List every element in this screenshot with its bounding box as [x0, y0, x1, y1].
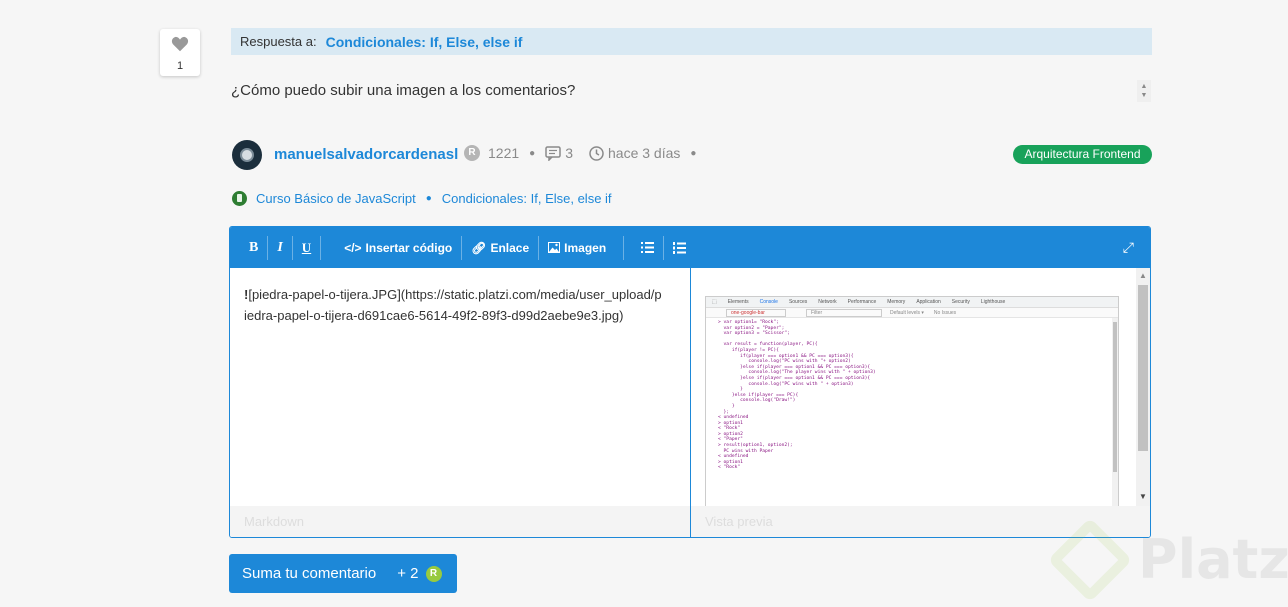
author-points: 1221 [488, 145, 520, 161]
italic-button[interactable]: I [270, 227, 289, 268]
link-icon: 🔗︎ [471, 240, 487, 255]
submit-points: + 2 [397, 565, 419, 582]
scrollbar-thumb[interactable] [1138, 285, 1148, 451]
question-text: ¿Cómo puedo subir una imagen a los comen… [231, 82, 576, 99]
like-count: 1 [176, 60, 184, 72]
markdown-footer: Markdown [230, 506, 690, 537]
devtools-filter-bar: one-google-bar Filter Default levels ▾ N… [706, 308, 1118, 318]
watermark-text: Platzi [1138, 528, 1288, 591]
underline-button[interactable]: U [295, 227, 318, 268]
bullet-list-icon [641, 242, 655, 253]
breadcrumb-course[interactable]: Curso Básico de JavaScript [256, 191, 416, 206]
bold-button[interactable]: B [242, 227, 265, 268]
submit-label: Suma tu comentario [242, 565, 377, 582]
author-meta: R 1221 ● 3 hace 3 días ● [464, 145, 706, 161]
reply-to-bar: Respuesta a: Condicionales: If, Else, el… [231, 28, 1152, 55]
image-icon [548, 242, 561, 253]
bullet-list-button[interactable] [634, 227, 661, 268]
insert-code-label: Insertar código [365, 240, 453, 255]
insert-code-button[interactable]: </> Insertar código [337, 227, 459, 268]
scroll-up-icon[interactable]: ▲ [1141, 82, 1148, 91]
points-icon: R [464, 145, 480, 161]
separator-dot: ● [425, 193, 432, 204]
post-time: hace 3 días [608, 145, 681, 161]
course-icon [232, 191, 247, 206]
category-badge[interactable]: Arquitectura Frontend [1013, 145, 1152, 164]
editor-toolbar: B I U </> Insertar código 🔗︎ Enlace Imag… [230, 227, 1150, 268]
avatar[interactable] [232, 140, 262, 170]
numbered-list-button[interactable] [666, 227, 693, 268]
breadcrumb-lesson[interactable]: Condicionales: If, Else, else if [442, 191, 612, 206]
author-name[interactable]: manuelsalvadorcardenasl [274, 146, 458, 163]
platzi-logo-icon [1047, 517, 1133, 602]
question-scrollbar[interactable]: ▲ ▼ [1137, 80, 1151, 102]
image-button[interactable]: Imagen [541, 227, 613, 268]
platzi-watermark: Platzi [1047, 517, 1288, 602]
reply-link[interactable]: Condicionales: If, Else, else if [326, 34, 523, 50]
breadcrumb: Curso Básico de JavaScript ● Condicional… [232, 191, 612, 206]
comment-editor: B I U </> Insertar código 🔗︎ Enlace Imag… [229, 226, 1151, 538]
code-icon: </> [344, 240, 362, 255]
numbered-list-icon [673, 241, 687, 254]
comment-icon [545, 145, 561, 161]
points-icon: R [425, 565, 442, 582]
link-label: Enlace [490, 240, 530, 255]
heart-icon [171, 36, 189, 52]
scroll-down-icon[interactable]: ▼ [1139, 492, 1147, 501]
devtools-tabs: ⬚ Elements Console Sources Network Perfo… [706, 297, 1118, 308]
comment-count: 3 [565, 145, 573, 161]
clock-icon [589, 145, 604, 161]
devtools-console-output: > var option1= "Rock"; var option2 = "Pa… [718, 320, 876, 471]
preview-image: ⬚ Elements Console Sources Network Perfo… [705, 296, 1119, 508]
preview-scrollbar[interactable]: ▲ ▼ [1136, 268, 1150, 507]
preview-pane: ⬚ Elements Console Sources Network Perfo… [691, 268, 1150, 537]
markdown-textarea[interactable]: ![piedra-papel-o-tijera.JPG](https://sta… [244, 284, 664, 326]
reply-label: Respuesta a: [240, 34, 317, 49]
scroll-up-icon[interactable]: ▲ [1139, 271, 1147, 280]
markdown-pane[interactable]: ![piedra-papel-o-tijera.JPG](https://sta… [230, 268, 691, 537]
scroll-down-icon[interactable]: ▼ [1141, 91, 1148, 100]
fullscreen-icon[interactable]: ⤢ [1123, 239, 1134, 256]
separator-dot: ● [529, 147, 536, 159]
link-button[interactable]: 🔗︎ Enlace [464, 227, 536, 268]
like-button[interactable]: 1 [160, 29, 200, 76]
image-label: Imagen [564, 240, 607, 255]
submit-comment-button[interactable]: Suma tu comentario + 2 R [229, 554, 457, 593]
separator-dot: ● [690, 147, 697, 159]
